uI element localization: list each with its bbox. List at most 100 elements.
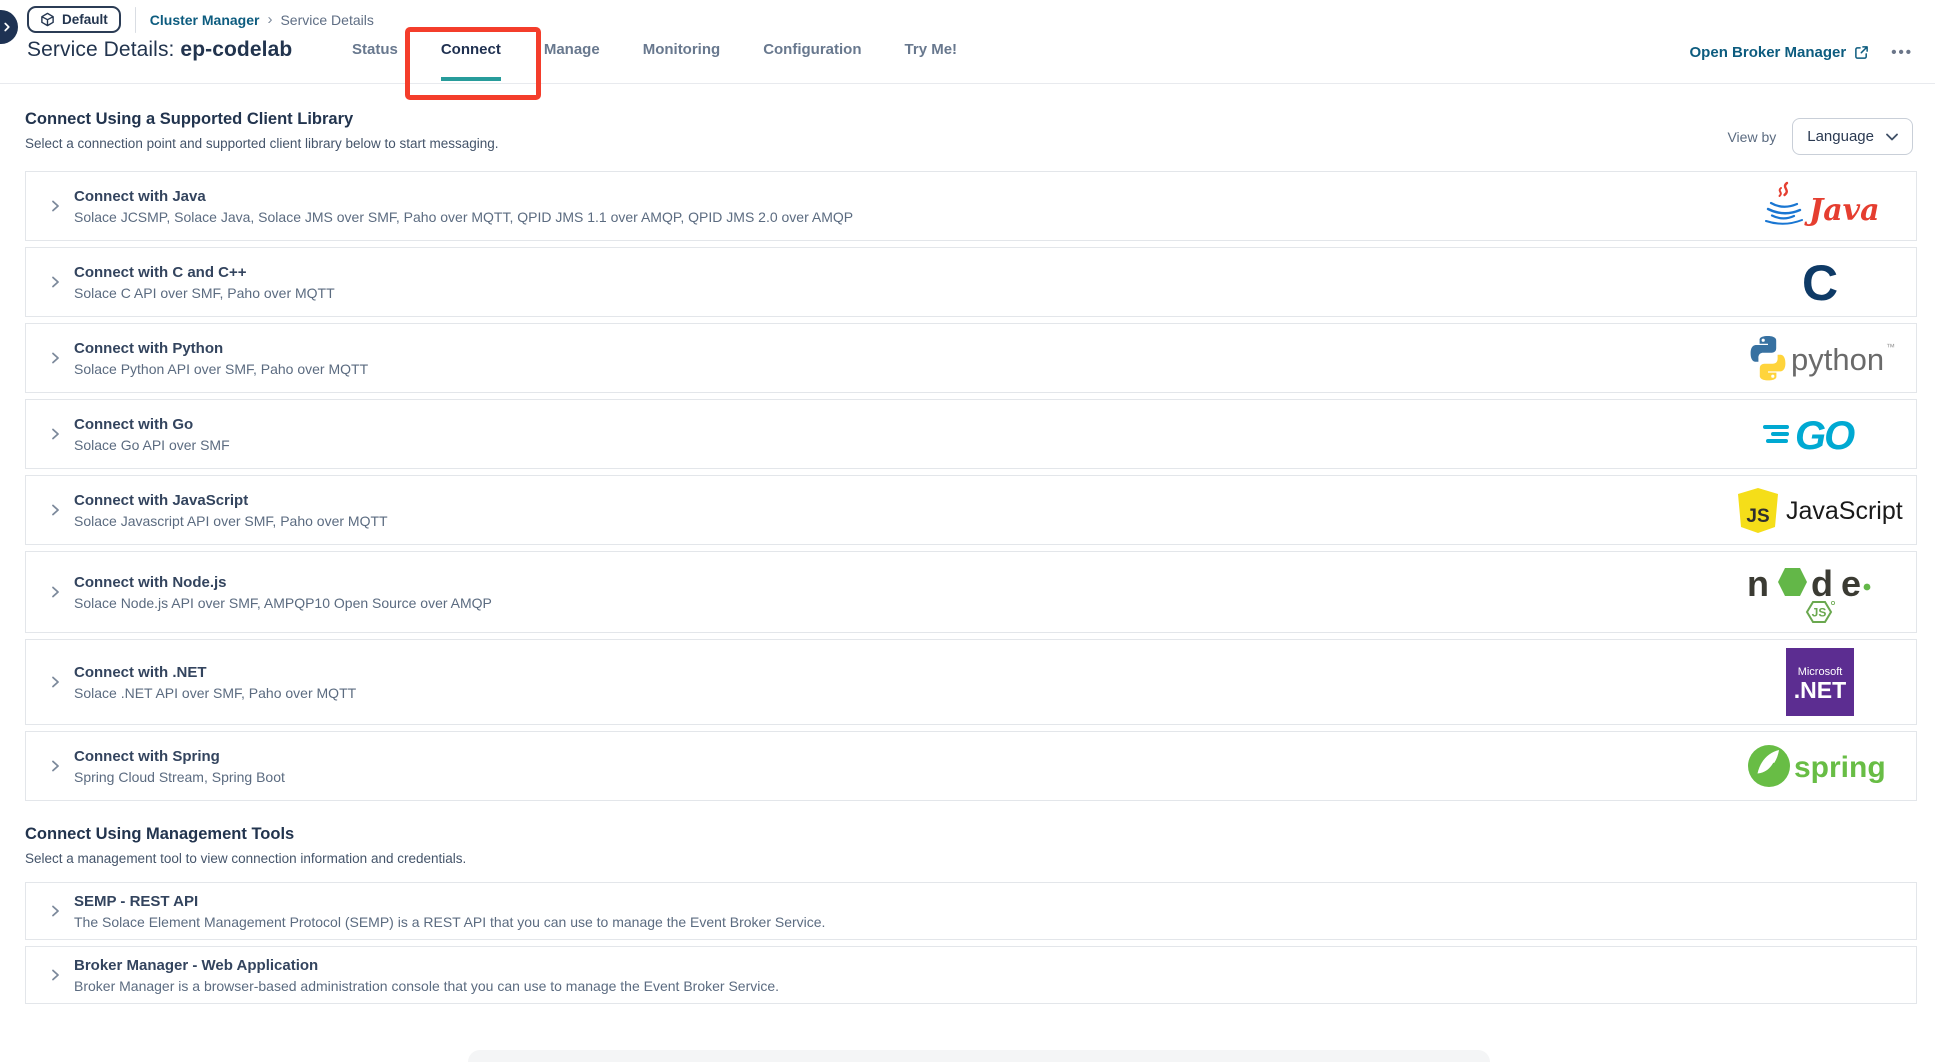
item-title[interactable]: Connect with Python	[74, 340, 1722, 357]
chevron-right-icon	[36, 903, 74, 919]
chevron-right-icon	[36, 426, 74, 442]
datacenter-cube-icon	[40, 12, 55, 27]
view-by-selected-value: Language	[1807, 128, 1874, 145]
item-subtitle: Solace Javascript API over SMF, Paho ove…	[74, 513, 1722, 529]
item-title[interactable]: Connect with .NET	[74, 664, 1722, 681]
item-title[interactable]: Connect with Java	[74, 188, 1722, 205]
svg-text:python: python	[1791, 342, 1884, 377]
page-title: Service Details: ep-codelab	[27, 38, 292, 62]
item-title[interactable]: Broker Manager - Web Application	[74, 957, 1894, 974]
item-logo: Java	[1734, 180, 1906, 232]
service-name: ep-codelab	[180, 38, 292, 61]
management-tools-list: SEMP - REST API The Solace Element Manag…	[25, 882, 1917, 1004]
list-item[interactable]: Connect with Python Solace Python API ov…	[25, 323, 1917, 393]
svg-text:e: e	[1841, 563, 1861, 604]
tab-configuration[interactable]: Configuration	[763, 41, 861, 77]
environment-badge-label: Default	[62, 12, 108, 27]
list-item[interactable]: Connect with C and C++ Solace C API over…	[25, 247, 1917, 317]
tab-connect[interactable]: Connect	[441, 41, 501, 81]
svg-text:n: n	[1747, 563, 1769, 604]
tab-try-me[interactable]: Try Me!	[905, 41, 958, 77]
spring-logo: spring	[1745, 741, 1895, 791]
list-item[interactable]: Connect with .NET Solace .NET API over S…	[25, 639, 1917, 725]
view-by-label: View by	[1727, 129, 1776, 145]
client-library-section-header: Connect Using a Supported Client Library…	[25, 110, 1917, 155]
item-subtitle: Solace .NET API over SMF, Paho over MQTT	[74, 685, 1722, 701]
chevron-right-icon	[36, 198, 74, 214]
c-language-logo: C	[1790, 256, 1850, 308]
item-logo: JS JavaScript	[1734, 486, 1906, 534]
breadcrumb-cluster-manager[interactable]: Cluster Manager	[150, 12, 260, 28]
item-subtitle: Solace JCSMP, Solace Java, Solace JMS ov…	[74, 209, 1722, 225]
chevron-right-icon	[36, 758, 74, 774]
open-broker-manager-label: Open Broker Manager	[1690, 44, 1847, 61]
open-broker-manager-link[interactable]: Open Broker Manager	[1690, 44, 1870, 61]
item-title[interactable]: Connect with JavaScript	[74, 492, 1722, 509]
item-subtitle: Broker Manager is a browser-based admini…	[74, 978, 1894, 994]
management-section-subtitle: Select a management tool to view connect…	[25, 851, 1917, 866]
svg-text:JavaScript: JavaScript	[1786, 497, 1903, 525]
item-title[interactable]: Connect with Node.js	[74, 574, 1722, 591]
item-subtitle: Solace Go API over SMF	[74, 437, 1722, 453]
client-library-section-title: Connect Using a Supported Client Library	[25, 110, 499, 129]
item-logo: C	[1734, 256, 1906, 308]
python-logo: python ™	[1744, 334, 1896, 382]
java-logo: Java	[1759, 180, 1881, 232]
management-tools-section-header: Connect Using Management Tools Select a …	[25, 825, 1917, 866]
tab-status[interactable]: Status	[352, 41, 398, 77]
management-section-title: Connect Using Management Tools	[25, 825, 1917, 844]
breadcrumb-current: Service Details	[280, 12, 373, 28]
chevron-right-icon	[36, 584, 74, 600]
list-item[interactable]: Connect with Go Solace Go API over SMF G…	[25, 399, 1917, 469]
list-item[interactable]: SEMP - REST API The Solace Element Manag…	[25, 882, 1917, 940]
tab-bar: Status Connect Manage Monitoring Configurati…	[352, 41, 957, 81]
item-title[interactable]: Connect with Go	[74, 416, 1722, 433]
list-item[interactable]: Broker Manager - Web Application Broker …	[25, 946, 1917, 1004]
client-library-list: Connect with Java Solace JCSMP, Solace J…	[25, 171, 1917, 801]
client-library-section-subtitle: Select a connection point and supported …	[25, 136, 499, 151]
item-title[interactable]: SEMP - REST API	[74, 893, 1894, 910]
breadcrumb-separator: ›	[267, 11, 272, 28]
item-logo: Microsoft .NET	[1734, 648, 1906, 716]
javascript-logo: JS JavaScript	[1736, 486, 1904, 534]
list-item[interactable]: Connect with JavaScript Solace Javascrip…	[25, 475, 1917, 545]
svg-text:C: C	[1802, 256, 1838, 308]
list-item[interactable]: Connect with Spring Spring Cloud Stream,…	[25, 731, 1917, 801]
divider	[135, 7, 136, 33]
chevron-right-icon	[36, 350, 74, 366]
overflow-menu-button[interactable]: •••	[1891, 48, 1913, 58]
item-title[interactable]: Connect with Spring	[74, 748, 1722, 765]
connect-tab-content: Connect Using a Supported Client Library…	[0, 110, 1935, 1004]
chevron-right-icon	[36, 274, 74, 290]
view-by-control: View by Language	[1727, 118, 1913, 155]
chevron-right-icon	[36, 502, 74, 518]
item-subtitle: Solace C API over SMF, Paho over MQTT	[74, 285, 1722, 301]
dotnet-logo: Microsoft .NET	[1786, 648, 1854, 716]
external-link-icon	[1854, 45, 1869, 60]
sidebar-expand-button[interactable]	[0, 10, 18, 44]
svg-text:JS: JS	[1812, 606, 1827, 620]
go-logo: GO	[1761, 412, 1879, 456]
item-logo: n d e JS	[1734, 560, 1906, 624]
environment-badge[interactable]: Default	[27, 6, 121, 33]
view-by-dropdown[interactable]: Language	[1792, 118, 1913, 155]
chevron-right-icon	[36, 674, 74, 690]
svg-text:™: ™	[1886, 342, 1895, 352]
list-item[interactable]: Connect with Java Solace JCSMP, Solace J…	[25, 171, 1917, 241]
breadcrumb: Cluster Manager › Service Details	[150, 11, 374, 28]
svg-text:.NET: .NET	[1794, 677, 1846, 703]
tab-monitoring[interactable]: Monitoring	[643, 41, 720, 77]
item-logo: GO	[1734, 412, 1906, 456]
item-subtitle: Solace Python API over SMF, Paho over MQ…	[74, 361, 1722, 377]
svg-text:GO: GO	[1795, 414, 1855, 456]
chevron-right-icon	[36, 967, 74, 983]
list-item[interactable]: Connect with Node.js Solace Node.js API …	[25, 551, 1917, 633]
svg-text:spring: spring	[1794, 751, 1886, 784]
item-subtitle: The Solace Element Management Protocol (…	[74, 914, 1894, 930]
nodejs-logo: n d e JS	[1745, 560, 1895, 624]
chevron-down-icon	[1886, 133, 1898, 141]
bottom-widget-edge	[468, 1050, 1490, 1062]
chevron-right-icon	[0, 20, 14, 34]
tab-manage[interactable]: Manage	[544, 41, 600, 77]
item-title[interactable]: Connect with C and C++	[74, 264, 1722, 281]
